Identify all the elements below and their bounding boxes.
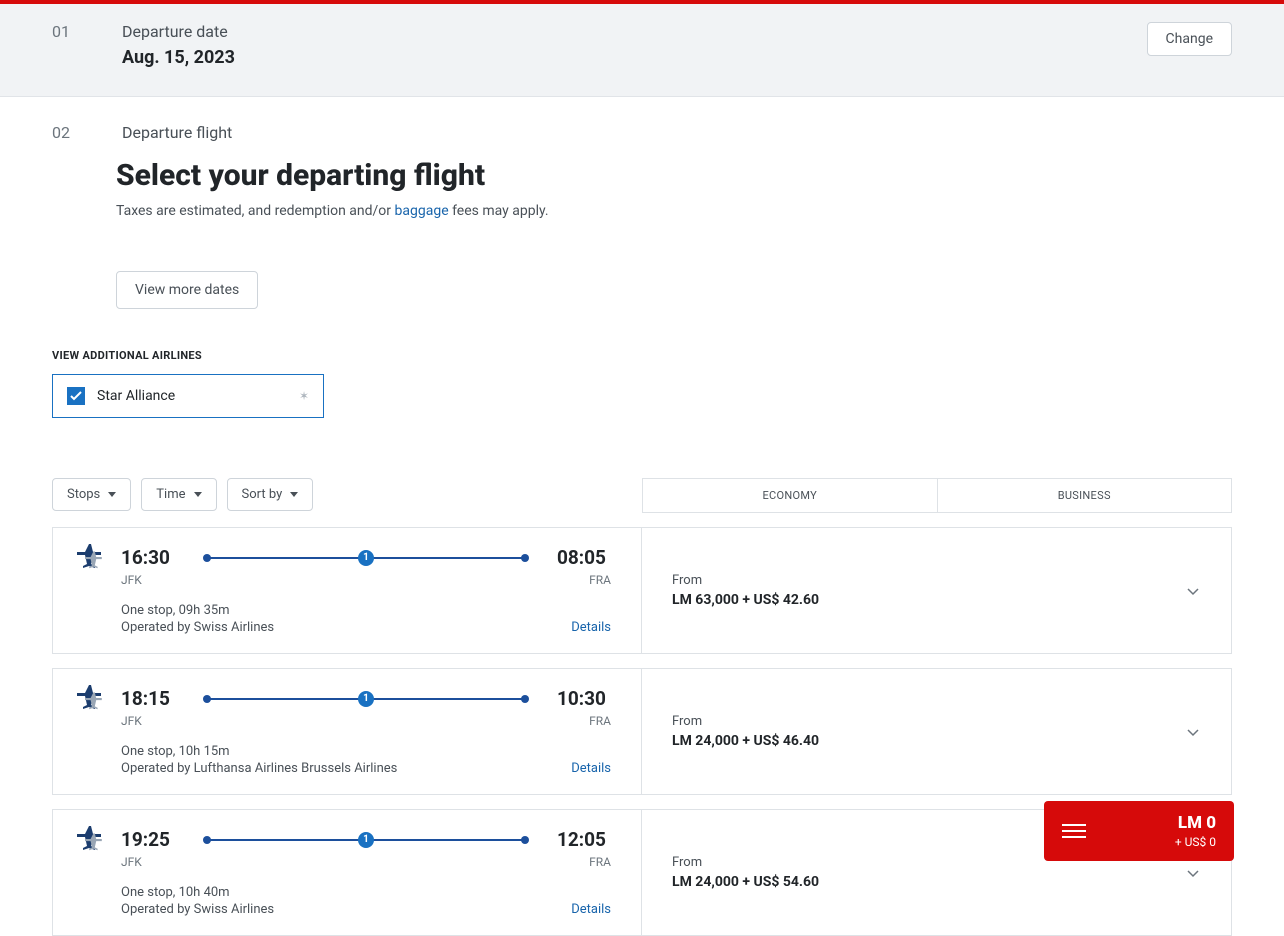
subtitle-text-a: Taxes are estimated, and redemption and/… [116,203,395,219]
chevron-down-icon [1185,583,1201,599]
flight-row: 18:15 1 10:30 JFK FRA One stop, 10h 15m … [52,668,1232,795]
arrival-time: 12:05 [557,828,611,851]
step-02-title: Departure flight [122,123,232,142]
chevron-down-icon [194,492,202,497]
operated-by: Operated by Swiss Airlines [121,620,611,635]
flight-row: 16:30 1 08:05 JFK FRA One stop, 09h 35m … [52,527,1232,654]
departure-time: 19:25 [121,828,175,851]
step-01-value: Aug. 15, 2023 [122,47,1105,68]
stops-text: One stop, 09h 35m [121,603,611,618]
stops-label: Stops [67,487,100,502]
details-link[interactable]: Details [571,902,611,917]
chevron-down-icon [1185,724,1201,740]
flights-list: 16:30 1 08:05 JFK FRA One stop, 09h 35m … [0,527,1284,936]
page-subtitle: Taxes are estimated, and redemption and/… [116,203,1168,219]
step-01-number: 01 [52,22,80,41]
stops-dropdown[interactable]: Stops [52,478,131,511]
step-02-section: 02 Departure flight [0,97,1284,158]
from-label: From [672,573,819,588]
plane-icon [75,683,107,715]
step-01-title: Departure date [122,22,1105,41]
change-button[interactable]: Change [1147,22,1232,56]
chevron-down-icon [108,492,116,497]
flight-price-panel[interactable]: From LM 63,000 + US$ 42.60 [641,528,1231,653]
arrival-airport: FRA [589,573,611,587]
flight-itinerary: 18:15 1 10:30 JFK FRA One stop, 10h 15m … [53,669,641,794]
time-dropdown[interactable]: Time [141,478,216,511]
tab-economy[interactable]: ECONOMY [643,479,938,512]
operated-by: Operated by Lufthansa Airlines Brussels … [121,761,611,776]
plane-icon [75,824,107,856]
departure-airport: JFK [121,855,142,869]
sort-label: Sort by [242,487,283,502]
stop-count-badge: 1 [358,550,374,566]
arrival-airport: FRA [589,714,611,728]
from-label: From [672,714,819,729]
baggage-link[interactable]: baggage [395,203,449,219]
route-line: 1 [201,550,531,566]
sort-dropdown[interactable]: Sort by [227,478,314,511]
departure-airport: JFK [121,573,142,587]
operated-by: Operated by Swiss Airlines [121,902,611,917]
price: LM 24,000 + US$ 54.60 [672,874,819,890]
airlines-label: VIEW ADDITIONAL AIRLINES [52,349,1232,362]
checkbox-checked-icon [67,387,85,405]
plane-icon [75,542,107,574]
details-link[interactable]: Details [571,620,611,635]
cart-miles: LM 0 [1104,813,1216,833]
flight-price-panel[interactable]: From LM 24,000 + US$ 46.40 [641,669,1231,794]
stops-text: One stop, 10h 40m [121,885,611,900]
departure-airport: JFK [121,714,142,728]
from-label: From [672,855,819,870]
main-content: Select your departing flight Taxes are e… [0,158,1284,309]
stop-count-badge: 1 [358,832,374,848]
time-label: Time [156,487,185,502]
tab-business[interactable]: BUSINESS [938,479,1232,512]
arrival-time: 10:30 [557,687,611,710]
price: LM 63,000 + US$ 42.60 [672,592,819,608]
departure-time: 18:15 [121,687,175,710]
step-01-section: 01 Departure date Aug. 15, 2023 Change [0,4,1284,97]
arrival-airport: FRA [589,855,611,869]
airline-name: Star Alliance [97,388,287,404]
details-link[interactable]: Details [571,761,611,776]
route-line: 1 [201,832,531,848]
price: LM 24,000 + US$ 46.40 [672,733,819,749]
stops-text: One stop, 10h 15m [121,744,611,759]
step-02-number: 02 [52,123,80,142]
stop-count-badge: 1 [358,691,374,707]
chevron-down-icon [1185,865,1201,881]
controls-row: Stops Time Sort by ECONOMY BUSINESS [0,418,1284,513]
cart-summary[interactable]: LM 0 + US$ 0 [1044,801,1234,861]
view-more-dates-button[interactable]: View more dates [116,271,258,309]
cart-cash: + US$ 0 [1104,835,1216,849]
fare-tabs: ECONOMY BUSINESS [642,478,1232,513]
star-alliance-icon: ✶ [299,389,309,403]
chevron-down-icon [290,492,298,497]
additional-airlines: VIEW ADDITIONAL AIRLINES Star Alliance ✶ [0,309,1284,418]
flight-itinerary: 16:30 1 08:05 JFK FRA One stop, 09h 35m … [53,528,641,653]
route-line: 1 [201,691,531,707]
arrival-time: 08:05 [557,546,611,569]
subtitle-text-b: fees may apply. [449,203,549,219]
flight-itinerary: 19:25 1 12:05 JFK FRA One stop, 10h 40m … [53,810,641,935]
airline-checkbox-star-alliance[interactable]: Star Alliance ✶ [52,374,324,418]
departure-time: 16:30 [121,546,175,569]
menu-icon [1062,824,1086,838]
page-title: Select your departing flight [116,158,1168,193]
